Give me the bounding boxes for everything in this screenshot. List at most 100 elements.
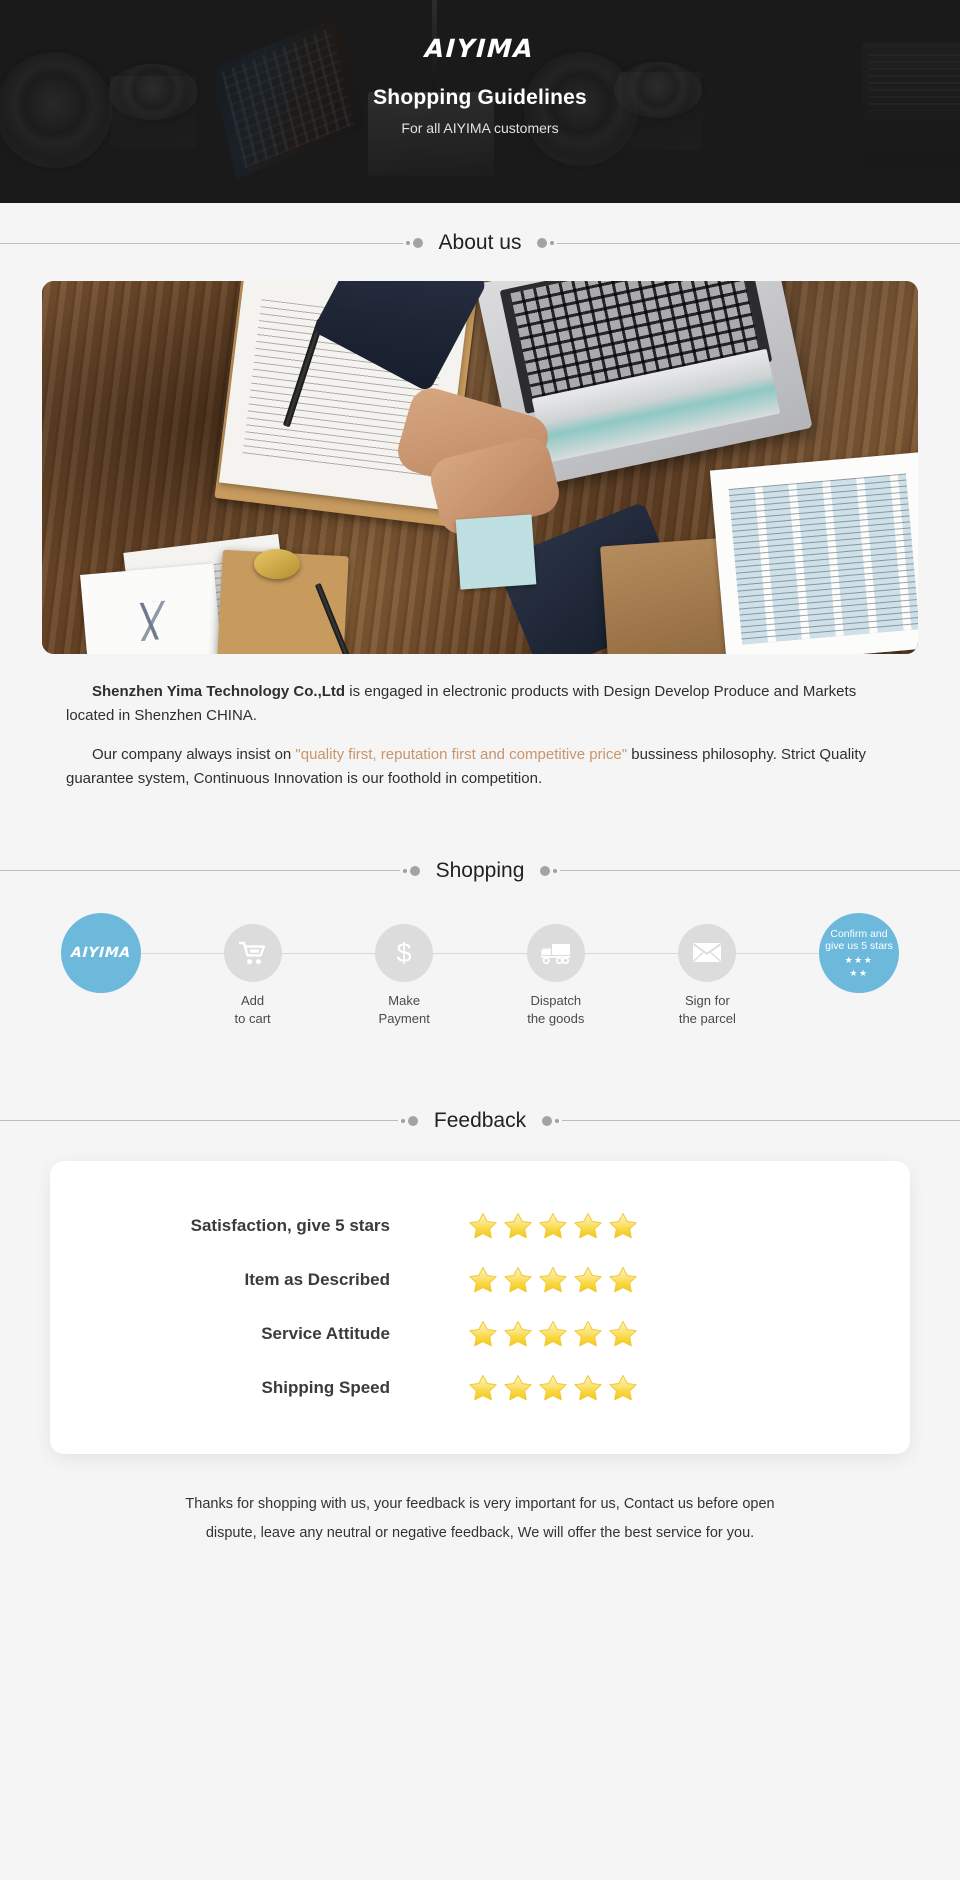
feedback-dot-large-left <box>407 1115 418 1126</box>
step-sign-circle <box>678 923 737 982</box>
confirm-stars-row-1: ★★★ <box>844 955 874 966</box>
page-title: Shopping Guidelines <box>373 86 587 109</box>
step-brand-circle: AIYIMA <box>61 912 141 993</box>
about-hero-photo <box>42 281 918 654</box>
star-icon <box>539 1266 567 1293</box>
step-confirm-rate[interactable]: Confirm and give us 5 stars ★★★ ★★ <box>800 912 918 993</box>
footer-note: Thanks for shopping with us, your feedba… <box>0 1490 960 1548</box>
step-make-payment-label: Make Payment <box>378 992 430 1027</box>
heading-dot-small-right <box>550 241 555 245</box>
feedback-rule-right <box>562 1120 960 1122</box>
step-sign-parcel[interactable]: Sign for the parcel <box>648 913 766 1029</box>
shopping-dot-large-right <box>540 865 551 876</box>
star-icon <box>504 1266 532 1293</box>
feedback-dot-small-right <box>555 1118 560 1123</box>
feedback-stars-satisfaction <box>398 1211 638 1241</box>
star-icon <box>574 1212 602 1239</box>
company-name: Shenzhen Yima Technology Co.,Ltd <box>92 683 346 700</box>
shopping-rule-left <box>0 870 400 872</box>
about-text-block: Shenzhen Yima Technology Co.,Ltd is enga… <box>42 680 918 791</box>
feedback-row: Item as Described <box>50 1253 910 1307</box>
star-icon <box>469 1374 497 1401</box>
star-icon <box>574 1320 602 1347</box>
star-icon <box>609 1212 637 1239</box>
heading-rule-left <box>0 242 403 244</box>
footer-line-2: dispute, leave any neutral or negative f… <box>205 1524 755 1541</box>
feedback-label-shipping-speed: Shipping Speed <box>261 1377 390 1397</box>
star-icon <box>469 1212 497 1239</box>
feedback-stars-item-described <box>398 1265 638 1295</box>
step-add-to-cart[interactable]: Add to cart <box>194 913 312 1029</box>
step-brand: AIYIMA <box>42 912 160 993</box>
step-dispatch-circle <box>526 923 585 982</box>
star-icon <box>539 1320 567 1347</box>
step-add-to-cart-label: Add to cart <box>234 992 271 1027</box>
about-section: Shenzhen Yima Technology Co.,Ltd is enga… <box>0 281 960 791</box>
step-sign-parcel-label: Sign for the parcel <box>678 992 736 1027</box>
shopping-heading-text: Shopping <box>435 858 525 882</box>
financial-report <box>709 452 918 654</box>
step-dispatch-goods-label: Dispatch the goods <box>527 992 585 1027</box>
feedback-row: Satisfaction, give 5 stars <box>50 1199 910 1253</box>
sticky-note <box>455 514 537 590</box>
aiyima-brand-logo: AIYIMA <box>424 34 536 63</box>
heading-rule-right <box>557 242 960 244</box>
star-icon <box>504 1374 532 1401</box>
feedback-stars-shipping-speed <box>398 1373 638 1403</box>
footer-line-1: Thanks for shopping with us, your feedba… <box>185 1495 775 1512</box>
aiyima-logo-icon: AIYIMA <box>70 944 132 961</box>
shopping-rule-right <box>560 870 960 872</box>
quality-slogan: "quality first, reputation first and com… <box>295 746 628 764</box>
about-paragraph-2: Our company always insist on "quality fi… <box>66 743 894 790</box>
feedback-section-heading: Feedback <box>0 1101 960 1141</box>
dollar-icon: $ <box>392 938 416 968</box>
shopping-dot-small-left <box>402 868 407 873</box>
cart-icon <box>238 940 267 966</box>
envelope-icon <box>692 942 722 963</box>
about-section-heading: About us <box>0 223 960 263</box>
page-subtitle: For all AIYIMA customers <box>401 120 559 136</box>
step-cart-circle <box>223 923 282 982</box>
heading-dot-large-right <box>537 238 548 248</box>
feedback-label-satisfaction: Satisfaction, give 5 stars <box>190 1215 390 1235</box>
star-icon <box>539 1374 567 1401</box>
feedback-heading-text: Feedback <box>433 1108 527 1132</box>
star-icon <box>469 1320 497 1347</box>
star-icon <box>609 1374 637 1401</box>
star-icon <box>504 1212 532 1239</box>
feedback-label-service-attitude: Service Attitude <box>261 1323 390 1343</box>
about-heading-text: About us <box>438 231 522 254</box>
shopping-steps: AIYIMA Add to cart $ Make Payment Dispat… <box>0 912 960 1053</box>
star-icon <box>469 1266 497 1293</box>
step-dispatch-goods[interactable]: Dispatch the goods <box>497 913 615 1029</box>
feedback-row: Service Attitude <box>50 1307 910 1361</box>
shopping-dot-large-left <box>409 865 420 876</box>
svg-text:$: $ <box>397 938 412 968</box>
confirm-rate-text: Confirm and give us 5 stars <box>825 927 893 953</box>
feedback-dot-small-left <box>400 1118 405 1123</box>
step-payment-circle: $ <box>375 923 434 982</box>
heading-dot-large-left <box>412 238 423 248</box>
feedback-stars-service-attitude <box>398 1319 638 1349</box>
step-make-payment[interactable]: $ Make Payment <box>345 913 463 1029</box>
truck-icon <box>540 941 572 965</box>
star-icon <box>574 1266 602 1293</box>
feedback-rule-left <box>0 1120 398 1122</box>
shopping-section-heading: Shopping <box>0 851 960 891</box>
heading-dot-small-left <box>405 241 410 245</box>
star-icon <box>504 1320 532 1347</box>
feedback-label-item-described: Item as Described <box>244 1269 390 1289</box>
gold-clip <box>254 549 300 579</box>
star-icon <box>609 1266 637 1293</box>
feedback-row: Shipping Speed <box>50 1361 910 1415</box>
star-icon <box>574 1374 602 1401</box>
chart-document <box>80 563 222 654</box>
about-paragraph-2-pre: Our company always insist on <box>92 746 296 764</box>
feedback-dot-large-right <box>542 1115 553 1126</box>
shopping-dot-small-right <box>553 868 558 873</box>
step-confirm-circle: Confirm and give us 5 stars ★★★ ★★ <box>818 912 899 993</box>
about-paragraph-1: Shenzhen Yima Technology Co.,Ltd is enga… <box>66 680 894 727</box>
feedback-card: Satisfaction, give 5 stars Item as Descr… <box>50 1160 910 1454</box>
confirm-stars-row-2: ★★ <box>849 967 869 978</box>
star-icon <box>539 1212 567 1239</box>
